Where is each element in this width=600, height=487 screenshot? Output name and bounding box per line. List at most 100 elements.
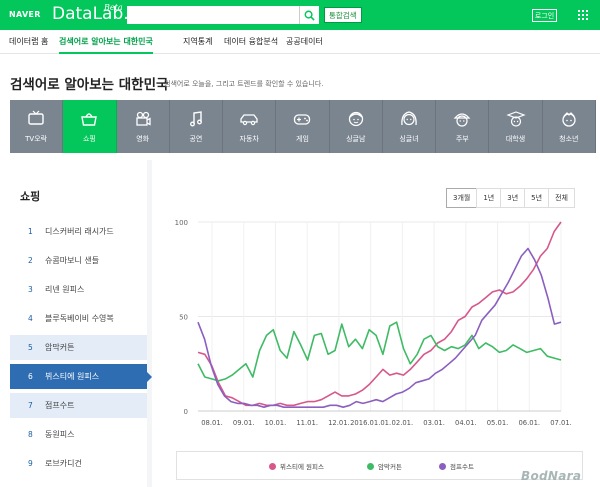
- tab-label: 싱글남: [346, 135, 366, 143]
- range-1-year-button[interactable]: 1년: [476, 188, 502, 208]
- naver-logo[interactable]: NAVER: [9, 10, 41, 19]
- rank-number: 7: [28, 401, 33, 410]
- legend-dot: [439, 462, 446, 470]
- range-5-years-button[interactable]: 5년: [524, 188, 550, 208]
- x-tick-label: 06.01.: [518, 419, 540, 427]
- legend-dot: [269, 462, 276, 470]
- x-tick-label: 05.01.: [487, 419, 509, 427]
- tab-label: 싱글녀: [399, 135, 419, 143]
- shopping-basket-icon: [81, 113, 98, 126]
- rank-label: 리넨 원피스: [45, 285, 85, 294]
- tab-student[interactable]: 대학생: [489, 100, 543, 153]
- tab-label: 주부: [455, 135, 469, 143]
- tab-tv[interactable]: TV오락: [10, 100, 64, 153]
- list-item[interactable]: 7 점프수트: [10, 393, 147, 418]
- range-3-years-button[interactable]: 3년: [500, 188, 526, 208]
- list-item[interactable]: 4 블루독베이비 수영복: [10, 306, 147, 331]
- legend-item[interactable]: 뷔스티에 원피스: [269, 461, 324, 471]
- student-icon: [505, 111, 526, 127]
- rank-label: 동원피스: [45, 430, 75, 439]
- tab-label: 영화: [136, 135, 150, 143]
- rank-label: 슈콤마보니 샌들: [45, 256, 100, 265]
- legend-label: 점프수트: [450, 463, 474, 471]
- apps-grid-icon[interactable]: [578, 10, 588, 20]
- teen-icon: [562, 112, 576, 127]
- single-man-icon: [348, 111, 363, 127]
- tab-game[interactable]: 게임: [276, 100, 330, 153]
- total-search-button[interactable]: 통합검색: [324, 7, 362, 23]
- tab-label: 게임: [296, 135, 309, 143]
- tab-label: 자동차: [239, 135, 259, 143]
- tab-teen[interactable]: 청소년: [542, 100, 596, 153]
- x-tick-label: 12.01.: [328, 419, 350, 427]
- range-all-button[interactable]: 전체: [548, 188, 575, 208]
- list-item[interactable]: 8 동원피스: [10, 422, 147, 447]
- rank-number: 8: [28, 430, 33, 439]
- x-tick-label: 2016.01.01.: [350, 419, 391, 427]
- tab-single-woman[interactable]: 싱글녀: [382, 100, 437, 153]
- list-item[interactable]: 5 암막커튼: [10, 335, 147, 360]
- tab-movie[interactable]: 영화: [116, 100, 170, 153]
- nav-search-korea[interactable]: 검색어로 알아보는 대한민국: [59, 30, 153, 54]
- rank-label: 로브카디건: [45, 459, 82, 468]
- rank-number: 9: [28, 459, 33, 468]
- top-bar: NAVER DataLab. Beta 통합검색 로그인: [0, 0, 600, 30]
- legend-dot: [367, 462, 374, 470]
- tab-shopping[interactable]: 쇼핑: [63, 100, 117, 153]
- trend-line-chart: 0 50 100 08.01. 09.01. 10.01. 11.01. 12.01. 2016…: [175, 219, 572, 427]
- rank-number: 4: [28, 314, 33, 323]
- nav-data-fusion[interactable]: 데이터 융합분석: [224, 30, 278, 54]
- tv-icon: [28, 110, 44, 125]
- tab-label: 공연: [189, 135, 203, 143]
- period-selector: 3개월 1년 3년 5년 전체: [446, 188, 575, 208]
- beta-label: Beta: [104, 3, 123, 12]
- list-item-selected[interactable]: 6 뷔스티에 원피스: [10, 364, 147, 389]
- list-item[interactable]: 3 리넨 원피스: [10, 277, 147, 302]
- series-line-3: [197, 247, 562, 408]
- range-3-months-button[interactable]: 3개월: [446, 188, 478, 208]
- rank-number: 3: [28, 285, 33, 294]
- tab-label: 청소년: [559, 135, 579, 143]
- rank-label: 뷔스티에 원피스: [45, 372, 100, 381]
- list-item[interactable]: 1 디스커버리 래시가드: [10, 219, 147, 244]
- nav-datalab-home[interactable]: 데이터랩 홈: [9, 30, 48, 54]
- tab-performance[interactable]: 공연: [169, 100, 224, 153]
- rank-label: 점프수트: [45, 401, 75, 410]
- rank-number: 2: [28, 256, 33, 265]
- main-nav: 데이터랩 홈 검색어로 알아보는 대한민국 지역통계 데이터 융합분석 공공데이…: [0, 30, 600, 54]
- x-tick-label: 09.01.: [233, 419, 255, 427]
- x-tick-label: 07.01.: [550, 419, 572, 427]
- single-woman-icon: [401, 111, 417, 126]
- list-item[interactable]: 2 슈콤마보니 샌들: [10, 248, 147, 273]
- x-tick-label: 11.01.: [296, 419, 318, 427]
- x-tick-label: 02.01.: [392, 419, 414, 427]
- x-tick-label: 08.01.: [201, 419, 223, 427]
- tab-housewife[interactable]: 주부: [436, 100, 490, 153]
- legend-item[interactable]: 암막커튼: [367, 461, 402, 471]
- watermark-logo: BodNara: [521, 469, 582, 483]
- nav-regional-stats[interactable]: 지역통계: [183, 30, 212, 54]
- music-note-icon: [189, 111, 202, 127]
- rank-number: 1: [28, 227, 33, 236]
- category-tabs: TV오락 쇼핑 영화 공연 자동차 게임 싱글남 싱글녀 주부 대학생 청소년: [10, 100, 596, 153]
- legend-label: 뷔스티에 원피스: [280, 463, 324, 471]
- login-button[interactable]: 로그인: [532, 9, 557, 22]
- list-item[interactable]: 9 로브카디건: [10, 451, 147, 476]
- rank-number: 5: [28, 343, 33, 352]
- search-button[interactable]: [299, 6, 319, 24]
- nav-public-data[interactable]: 공공데이터: [286, 30, 323, 54]
- search-icon: [304, 10, 315, 21]
- series-line-1: [197, 221, 562, 407]
- page-subtitle: 검색어로 오늘을, 그리고 트렌드를 확인할 수 있습니다.: [164, 80, 324, 88]
- rank-number: 6: [28, 372, 33, 381]
- rank-label: 암막커튼: [45, 343, 75, 352]
- y-tick-label: 50: [179, 314, 188, 322]
- legend-item[interactable]: 점프수트: [439, 461, 474, 471]
- search-input[interactable]: [127, 6, 299, 24]
- list-title: 쇼핑: [20, 190, 41, 203]
- tab-single-man[interactable]: 싱글남: [329, 100, 383, 153]
- film-camera-icon: [136, 111, 151, 126]
- tab-car[interactable]: 자동차: [223, 100, 277, 153]
- page-title: 검색어로 알아보는 대한민국: [10, 77, 169, 93]
- y-tick-label: 0: [184, 408, 188, 416]
